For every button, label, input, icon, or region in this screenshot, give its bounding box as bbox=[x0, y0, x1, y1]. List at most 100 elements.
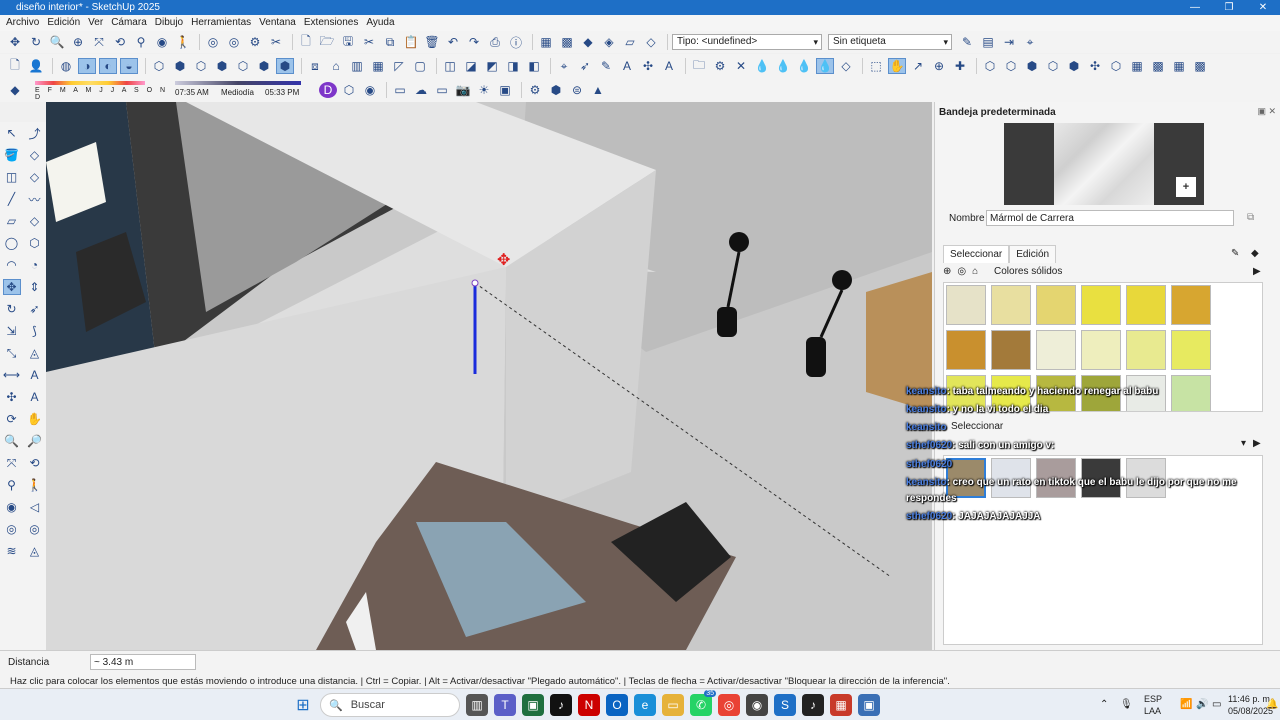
record-icon[interactable]: ◉ bbox=[361, 82, 379, 98]
rectangle-tool-icon[interactable]: ▱ bbox=[3, 213, 21, 229]
push-pull-tool-icon[interactable]: ⇕ bbox=[26, 279, 44, 295]
get-models-icon[interactable]: ◎ bbox=[204, 34, 222, 50]
terrain-smooth-icon[interactable]: ▦ bbox=[1170, 58, 1188, 74]
axes-tool-icon[interactable]: ✣ bbox=[3, 389, 21, 405]
left-view-icon[interactable]: ⬢ bbox=[255, 58, 273, 74]
wall-icon[interactable]: ▥ bbox=[348, 58, 366, 74]
create-material-icon[interactable]: + bbox=[1176, 177, 1196, 197]
3d-text-tool-icon[interactable]: A bbox=[26, 389, 44, 405]
render-camera-icon[interactable]: 📷 bbox=[454, 82, 472, 98]
back-edges-icon[interactable]: ◑ bbox=[78, 58, 96, 74]
car-icon[interactable]: ⊜ bbox=[568, 82, 586, 98]
circle-tool-icon[interactable]: ◯ bbox=[3, 235, 21, 251]
solid-intersect-icon[interactable]: ⬢ bbox=[1023, 58, 1041, 74]
material-icon[interactable]: ⧉ bbox=[1247, 212, 1254, 223]
layer-toggle-icon[interactable]: ⇥ bbox=[1000, 34, 1018, 50]
move-tool-icon[interactable]: ✥ bbox=[2, 279, 21, 295]
position-camera-icon[interactable]: ⚲ bbox=[132, 34, 150, 50]
edge-icon[interactable]: e bbox=[634, 694, 656, 716]
extension-wh-icon[interactable]: ◎ bbox=[26, 521, 44, 537]
menu-dibujo[interactable]: Dibujo bbox=[155, 15, 183, 31]
pie-tool-icon[interactable]: ◔ bbox=[26, 257, 44, 273]
monochrome-icon[interactable]: ⬢ bbox=[276, 58, 294, 74]
netflix-icon[interactable]: N bbox=[578, 694, 600, 716]
swatch[interactable] bbox=[1171, 285, 1211, 325]
tag-dropdown[interactable]: Sin etiqueta bbox=[828, 34, 952, 50]
follow-me-icon[interactable]: ➶ bbox=[576, 58, 594, 74]
collection-dropdown[interactable]: Colores sólidos bbox=[991, 264, 1249, 280]
swatch[interactable] bbox=[946, 330, 986, 370]
protractor-icon[interactable]: ◬ bbox=[26, 345, 44, 361]
print-icon[interactable]: ⎙ bbox=[486, 34, 504, 50]
swatch[interactable] bbox=[1036, 330, 1076, 370]
details-arrow-icon[interactable]: ▶ bbox=[1253, 438, 1261, 449]
swatch[interactable] bbox=[1081, 285, 1121, 325]
hidden-line-icon[interactable]: ◒ bbox=[120, 58, 138, 74]
walk-icon[interactable]: 🚶 bbox=[174, 34, 192, 50]
zoom-window-icon[interactable]: ⊕ bbox=[69, 34, 87, 50]
layers-stack-icon[interactable]: ≋ bbox=[3, 543, 21, 559]
undo-icon[interactable]: ↶ bbox=[444, 34, 462, 50]
new-file-icon[interactable]: 🗋 bbox=[297, 34, 315, 50]
drop-icon[interactable]: 💧 bbox=[753, 58, 771, 74]
tag-tool-icon[interactable]: ◫ bbox=[3, 169, 21, 185]
bucket-icon[interactable]: ◆ bbox=[1251, 248, 1259, 259]
minimize-button[interactable]: — bbox=[1178, 0, 1212, 15]
tab-select[interactable]: Seleccionar bbox=[943, 245, 1010, 263]
menu-ayuda[interactable]: Ayuda bbox=[366, 15, 394, 31]
battery-icon[interactable]: ▭ bbox=[1212, 699, 1221, 710]
eraser-tool-icon[interactable]: ◇ bbox=[26, 147, 44, 163]
extension-icon[interactable]: ✂ bbox=[267, 34, 285, 50]
notifications-icon[interactable]: 🔔 bbox=[1266, 699, 1278, 710]
save-icon[interactable]: 🖫 bbox=[339, 34, 357, 50]
details-arrow-icon[interactable]: ▶ bbox=[1253, 266, 1261, 277]
wireframe-icon[interactable]: ◐ bbox=[99, 58, 117, 74]
triangle-icon[interactable]: ▲ bbox=[589, 82, 607, 98]
lang-layout[interactable]: LAA bbox=[1144, 706, 1161, 716]
box-icon[interactable]: ⧈ bbox=[306, 58, 324, 74]
scale-tool-icon[interactable]: ⇲ bbox=[3, 323, 21, 339]
iso-view-icon[interactable]: ⬡ bbox=[150, 58, 168, 74]
shape-icon[interactable]: ⬡ bbox=[1107, 58, 1125, 74]
render-gear-icon[interactable]: ⚙ bbox=[526, 82, 544, 98]
flip-edge-icon[interactable]: ◇ bbox=[642, 34, 660, 50]
tiktok-icon[interactable]: ♪ bbox=[550, 694, 572, 716]
location-pin-icon[interactable]: ⌖ bbox=[555, 58, 573, 74]
tag-eraser-icon[interactable]: ◇ bbox=[26, 169, 44, 185]
select-icon[interactable]: ⬚ bbox=[867, 58, 885, 74]
pencil-icon[interactable]: ✎ bbox=[597, 58, 615, 74]
copy-icon[interactable]: ⧉ bbox=[381, 34, 399, 50]
menu-extensiones[interactable]: Extensiones bbox=[304, 15, 358, 31]
sandbox-icon[interactable]: ▦ bbox=[537, 34, 555, 50]
swatch[interactable] bbox=[991, 285, 1031, 325]
add-detail-icon[interactable]: ▱ bbox=[621, 34, 639, 50]
3d-viewport[interactable]: ✥ bbox=[46, 102, 932, 650]
cube-icon[interactable]: ⬢ bbox=[547, 82, 565, 98]
zoom-extents-icon[interactable]: ⤧ bbox=[90, 34, 108, 50]
solid-split-icon[interactable]: ⬢ bbox=[1065, 58, 1083, 74]
rotate-icon[interactable]: ↻ bbox=[27, 34, 45, 50]
zoom-window-tool-icon[interactable]: 🔎 bbox=[26, 433, 44, 449]
components-icon[interactable]: ⚙ bbox=[246, 34, 264, 50]
tray-pin-close[interactable]: ▣ ✕ bbox=[1257, 106, 1276, 117]
drop-fill-icon[interactable]: 💧 bbox=[795, 58, 813, 74]
share-model-icon[interactable]: ◎ bbox=[225, 34, 243, 50]
menu-ver[interactable]: Ver bbox=[88, 15, 103, 31]
paste-icon[interactable]: 📋 bbox=[402, 34, 420, 50]
swatch[interactable] bbox=[946, 285, 986, 325]
swatch[interactable] bbox=[1126, 285, 1166, 325]
home-icon[interactable]: ⌂ bbox=[972, 266, 978, 277]
back-icon[interactable]: ⊕ bbox=[943, 266, 951, 277]
front-view-icon[interactable]: ⬡ bbox=[192, 58, 210, 74]
freehand-tool-icon[interactable]: 〰 bbox=[26, 191, 44, 207]
section-fill-icon[interactable]: ◩ bbox=[483, 58, 501, 74]
task-view-icon[interactable]: ▥ bbox=[466, 694, 488, 716]
taskbar-search[interactable]: 🔍 Buscar bbox=[320, 693, 460, 717]
zoom-extents-tool-icon[interactable]: ⤧ bbox=[3, 455, 21, 471]
measurements-field[interactable]: ~ 3.43 m bbox=[90, 654, 196, 670]
right-view-icon[interactable]: ⬢ bbox=[213, 58, 231, 74]
position-camera-tool-icon[interactable]: ⚲ bbox=[3, 477, 21, 493]
layer-icon[interactable]: ▤ bbox=[979, 34, 997, 50]
sandbox-grid-icon[interactable]: ▩ bbox=[558, 34, 576, 50]
add-icon[interactable]: ⊕ bbox=[930, 58, 948, 74]
